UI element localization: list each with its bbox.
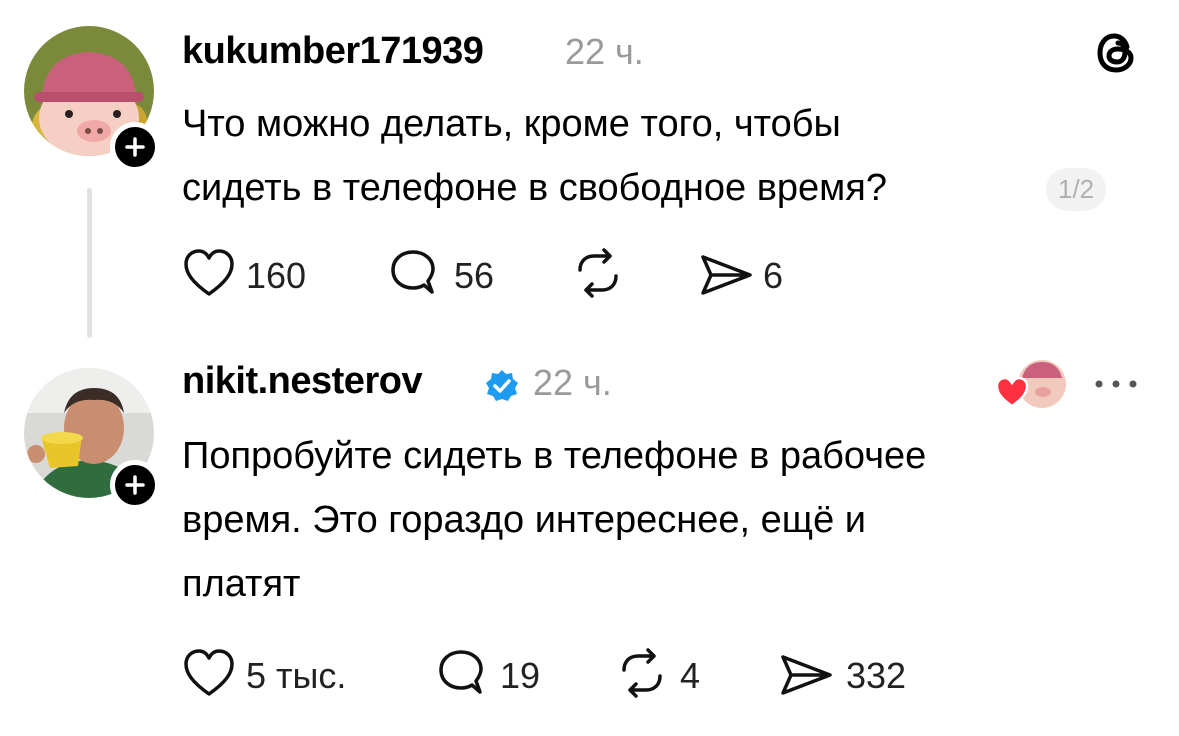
post-username[interactable]: kukumber171939 [182,30,484,73]
reply-text-line3: платят [182,563,301,605]
page-counter-badge: 1/2 [1046,168,1107,211]
follow-plus-button-2[interactable] [110,460,160,510]
post-likes-count: 160 [246,255,307,296]
more-icon[interactable] [1093,378,1139,390]
heart-icon[interactable] [182,248,236,298]
post-time: 22 ч. [565,31,644,72]
post-text-line2: сидеть в телефоне в свободное время? [182,167,887,209]
send-icon[interactable] [698,252,756,298]
comment-icon[interactable] [436,648,486,698]
follow-plus-button[interactable] [110,122,160,172]
heart-icon[interactable] [182,648,236,698]
author-liked-indicator [995,356,1068,412]
post-text-line1: Что можно делать, кроме того, чтобы [182,103,841,145]
comment-icon[interactable] [388,248,438,298]
threads-logo-icon[interactable] [1094,30,1140,76]
reply-username[interactable]: nikit.nesterov [182,360,423,403]
repost-icon[interactable] [572,248,624,298]
reply-likes-count: 5 тыс. [246,655,347,696]
repost-icon[interactable] [616,648,668,698]
reply-shares-count: 332 [846,655,907,696]
post-replies-count: 56 [454,255,495,296]
reply-text-line1: Попробуйте сидеть в телефоне в рабочее [182,435,927,477]
post-shares-count: 6 [763,255,784,296]
reply-text-line2: время. Это гораздо интереснее, ещё и [182,499,866,541]
send-icon[interactable] [778,652,836,698]
thread-connector-line [87,188,92,338]
reply-reposts-count: 4 [680,655,701,696]
verified-badge-icon [484,368,520,404]
reply-replies-count: 19 [500,655,541,696]
reply-time: 22 ч. [533,362,612,403]
